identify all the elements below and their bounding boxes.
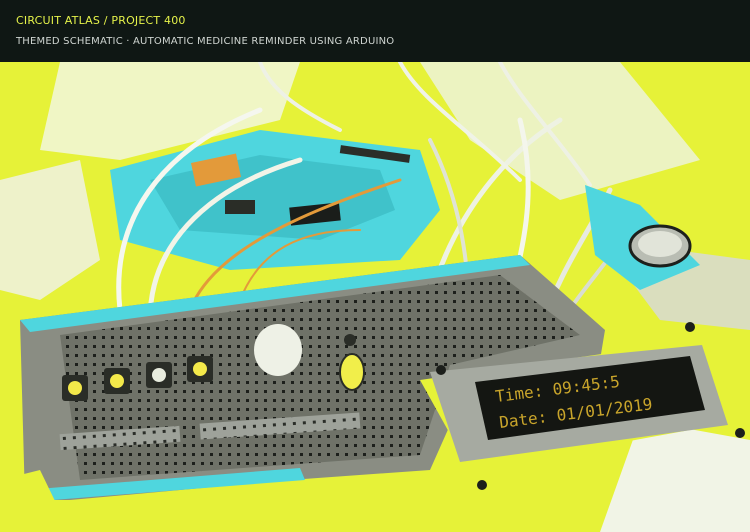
coin-cell-face — [638, 231, 682, 257]
page: CIRCUIT ATLAS / PROJECT 400 THEMED SCHEM… — [0, 0, 750, 532]
potentiometer — [339, 353, 365, 391]
mounting-hole — [477, 480, 487, 490]
page-title: CIRCUIT ATLAS / PROJECT 400 — [16, 14, 186, 27]
chip — [225, 200, 255, 214]
page-subtitle: THEMED SCHEMATIC · AUTOMATIC MEDICINE RE… — [16, 36, 395, 47]
mounting-hole — [735, 428, 745, 438]
mounting-hole — [436, 365, 446, 375]
led — [344, 334, 356, 346]
header-bar: CIRCUIT ATLAS / PROJECT 400 THEMED SCHEM… — [0, 0, 750, 62]
circuit-photo: Time: 09:45:5 Date: 01/01/2019 — [0, 62, 750, 532]
mounting-hole — [685, 322, 695, 332]
buzzer — [254, 324, 302, 376]
